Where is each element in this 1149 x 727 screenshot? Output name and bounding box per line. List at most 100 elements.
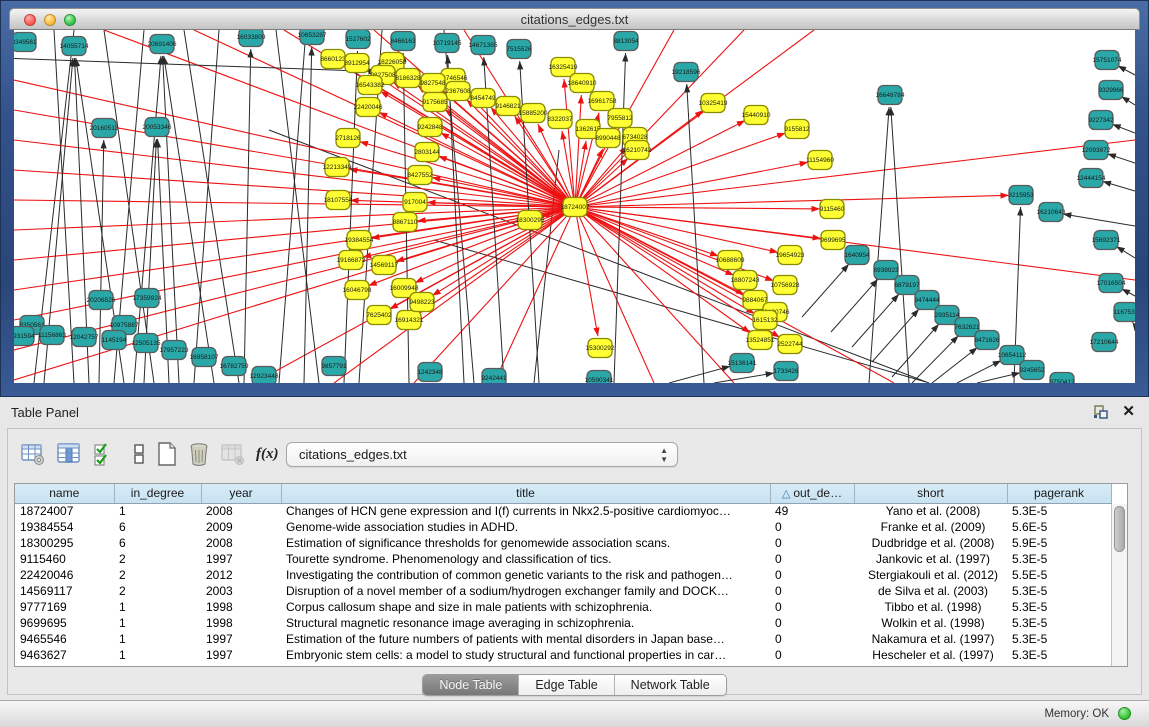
table-cell[interactable]: Disruption of a novel member of a sodium… <box>281 583 770 599</box>
table-cell[interactable]: Franke et al. (2009) <box>854 519 1007 535</box>
column-header[interactable]: name <box>15 484 114 503</box>
table-cell[interactable]: Hescheler et al. (1997) <box>854 647 1007 663</box>
column-header[interactable]: pagerank <box>1007 484 1111 503</box>
table-cell[interactable]: 1998 <box>201 599 281 615</box>
tab-edge-table[interactable]: Edge Table <box>519 675 614 695</box>
table-cell[interactable]: 9465546 <box>15 631 114 647</box>
table-cell[interactable]: 9463627 <box>15 647 114 663</box>
table-row[interactable]: 946362711997Embryonic stem cells: a mode… <box>15 647 1111 663</box>
table-cell[interactable]: 1 <box>114 599 201 615</box>
table-settings-icon[interactable] <box>20 441 46 467</box>
column-header[interactable]: title <box>281 484 770 503</box>
table-cell[interactable]: 1997 <box>201 647 281 663</box>
clear-selection-icon[interactable] <box>126 441 152 467</box>
table-row[interactable]: 1938455462009Genome-wide association stu… <box>15 519 1111 535</box>
table-cell[interactable]: 0 <box>770 583 854 599</box>
table-cell[interactable]: Genome-wide association studies in ADHD. <box>281 519 770 535</box>
table-cell[interactable]: 2009 <box>201 519 281 535</box>
table-cell[interactable]: 5.3E-5 <box>1007 647 1111 663</box>
delete-column-icon[interactable] <box>186 441 212 467</box>
table-cell[interactable]: 6 <box>114 535 201 551</box>
table-cell[interactable]: 5.3E-5 <box>1007 583 1111 599</box>
table-cell[interactable]: 5.6E-5 <box>1007 519 1111 535</box>
tab-network-table[interactable]: Network Table <box>615 675 726 695</box>
table-cell[interactable]: 1998 <box>201 615 281 631</box>
table-selector-dropdown[interactable]: citations_edges.txt ▲▼ <box>286 442 678 467</box>
table-cell[interactable]: Dudbridge et al. (2008) <box>854 535 1007 551</box>
table-cell[interactable]: 2008 <box>201 535 281 551</box>
table-cell[interactable]: Stergiakouli et al. (2012) <box>854 567 1007 583</box>
table-cell[interactable]: Changes of HCN gene expression and I(f) … <box>281 503 770 519</box>
new-column-icon[interactable] <box>154 441 180 467</box>
table-cell[interactable]: 1 <box>114 647 201 663</box>
table-row[interactable]: 946554611997Estimation of the future num… <box>15 631 1111 647</box>
table-cell[interactable]: 9115460 <box>15 551 114 567</box>
table-row[interactable]: 1872400712008Changes of HCN gene express… <box>15 503 1111 519</box>
table-cell[interactable]: 19384554 <box>15 519 114 535</box>
table-cell[interactable]: 1 <box>114 503 201 519</box>
table-cell[interactable]: 0 <box>770 615 854 631</box>
table-cell[interactable]: Estimation of the future numbers of pati… <box>281 631 770 647</box>
table-cell[interactable]: 0 <box>770 535 854 551</box>
table-cell[interactable]: Tibbo et al. (1998) <box>854 599 1007 615</box>
table-cell[interactable]: Jankovic et al. (1997) <box>854 551 1007 567</box>
table-cell[interactable]: Yano et al. (2008) <box>854 503 1007 519</box>
table-cell[interactable]: 1 <box>114 615 201 631</box>
delete-table-icon[interactable] <box>220 441 246 467</box>
column-header[interactable]: △out_de… <box>770 484 854 503</box>
tab-node-table[interactable]: Node Table <box>423 675 519 695</box>
table-row[interactable]: 977716911998Corpus callosum shape and si… <box>15 599 1111 615</box>
table-cell[interactable]: 6 <box>114 519 201 535</box>
table-cell[interactable]: 2 <box>114 551 201 567</box>
table-cell[interactable]: 22420046 <box>15 567 114 583</box>
column-header[interactable]: short <box>854 484 1007 503</box>
table-cell[interactable]: 2012 <box>201 567 281 583</box>
table-cell[interactable]: 1 <box>114 631 201 647</box>
table-cell[interactable]: Estimation of significance thresholds fo… <box>281 535 770 551</box>
table-cell[interactable]: de Silva et al. (2003) <box>854 583 1007 599</box>
table-cell[interactable]: 0 <box>770 551 854 567</box>
table-row[interactable]: 2242004622012Investigating the contribut… <box>15 567 1111 583</box>
table-cell[interactable]: 5.3E-5 <box>1007 599 1111 615</box>
table-row[interactable]: 1456911722003Disruption of a novel membe… <box>15 583 1111 599</box>
float-panel-icon[interactable] <box>1093 404 1109 420</box>
network-window-titlebar[interactable]: citations_edges.txt <box>9 8 1140 30</box>
column-header[interactable]: in_degree <box>114 484 201 503</box>
select-all-icon[interactable] <box>92 441 118 467</box>
table-cell[interactable]: 5.3E-5 <box>1007 631 1111 647</box>
table-cell[interactable]: Tourette syndrome. Phenomenology and cla… <box>281 551 770 567</box>
network-canvas[interactable]: 8349561140557142069140616033809106532871… <box>14 30 1135 383</box>
table-cell[interactable]: Embryonic stem cells: a model to study s… <box>281 647 770 663</box>
show-columns-icon[interactable] <box>56 441 82 467</box>
table-cell[interactable]: 5.3E-5 <box>1007 615 1111 631</box>
table-cell[interactable]: 18724007 <box>15 503 114 519</box>
table-cell[interactable]: 18300295 <box>15 535 114 551</box>
scrollbar-thumb[interactable] <box>1114 506 1125 552</box>
table-cell[interactable]: 0 <box>770 567 854 583</box>
function-builder-icon[interactable]: f(x) <box>256 441 282 467</box>
table-cell[interactable]: 5.9E-5 <box>1007 535 1111 551</box>
table-cell[interactable]: 9699695 <box>15 615 114 631</box>
table-row[interactable]: 969969511998Structural magnetic resonanc… <box>15 615 1111 631</box>
table-cell[interactable]: 0 <box>770 599 854 615</box>
close-panel-icon[interactable]: ✕ <box>1122 402 1135 420</box>
table-cell[interactable]: 0 <box>770 647 854 663</box>
table-cell[interactable]: Corpus callosum shape and size in male p… <box>281 599 770 615</box>
table-cell[interactable]: 5.3E-5 <box>1007 503 1111 519</box>
table-cell[interactable]: 0 <box>770 519 854 535</box>
table-vertical-scrollbar[interactable] <box>1111 504 1127 666</box>
table-cell[interactable]: 2 <box>114 567 201 583</box>
table-cell[interactable]: Structural magnetic resonance image aver… <box>281 615 770 631</box>
table-cell[interactable]: 2008 <box>201 503 281 519</box>
table-cell[interactable]: Wolkin et al. (1998) <box>854 615 1007 631</box>
table-cell[interactable]: 14569117 <box>15 583 114 599</box>
column-header[interactable]: year <box>201 484 281 503</box>
table-cell[interactable]: 2003 <box>201 583 281 599</box>
table-cell[interactable]: 9777169 <box>15 599 114 615</box>
table-cell[interactable]: 5.3E-5 <box>1007 551 1111 567</box>
table-row[interactable]: 911546021997Tourette syndrome. Phenomeno… <box>15 551 1111 567</box>
table-cell[interactable]: 1997 <box>201 551 281 567</box>
table-cell[interactable]: Nakamura et al. (1997) <box>854 631 1007 647</box>
table-cell[interactable]: 1997 <box>201 631 281 647</box>
table-cell[interactable]: 49 <box>770 503 854 519</box>
